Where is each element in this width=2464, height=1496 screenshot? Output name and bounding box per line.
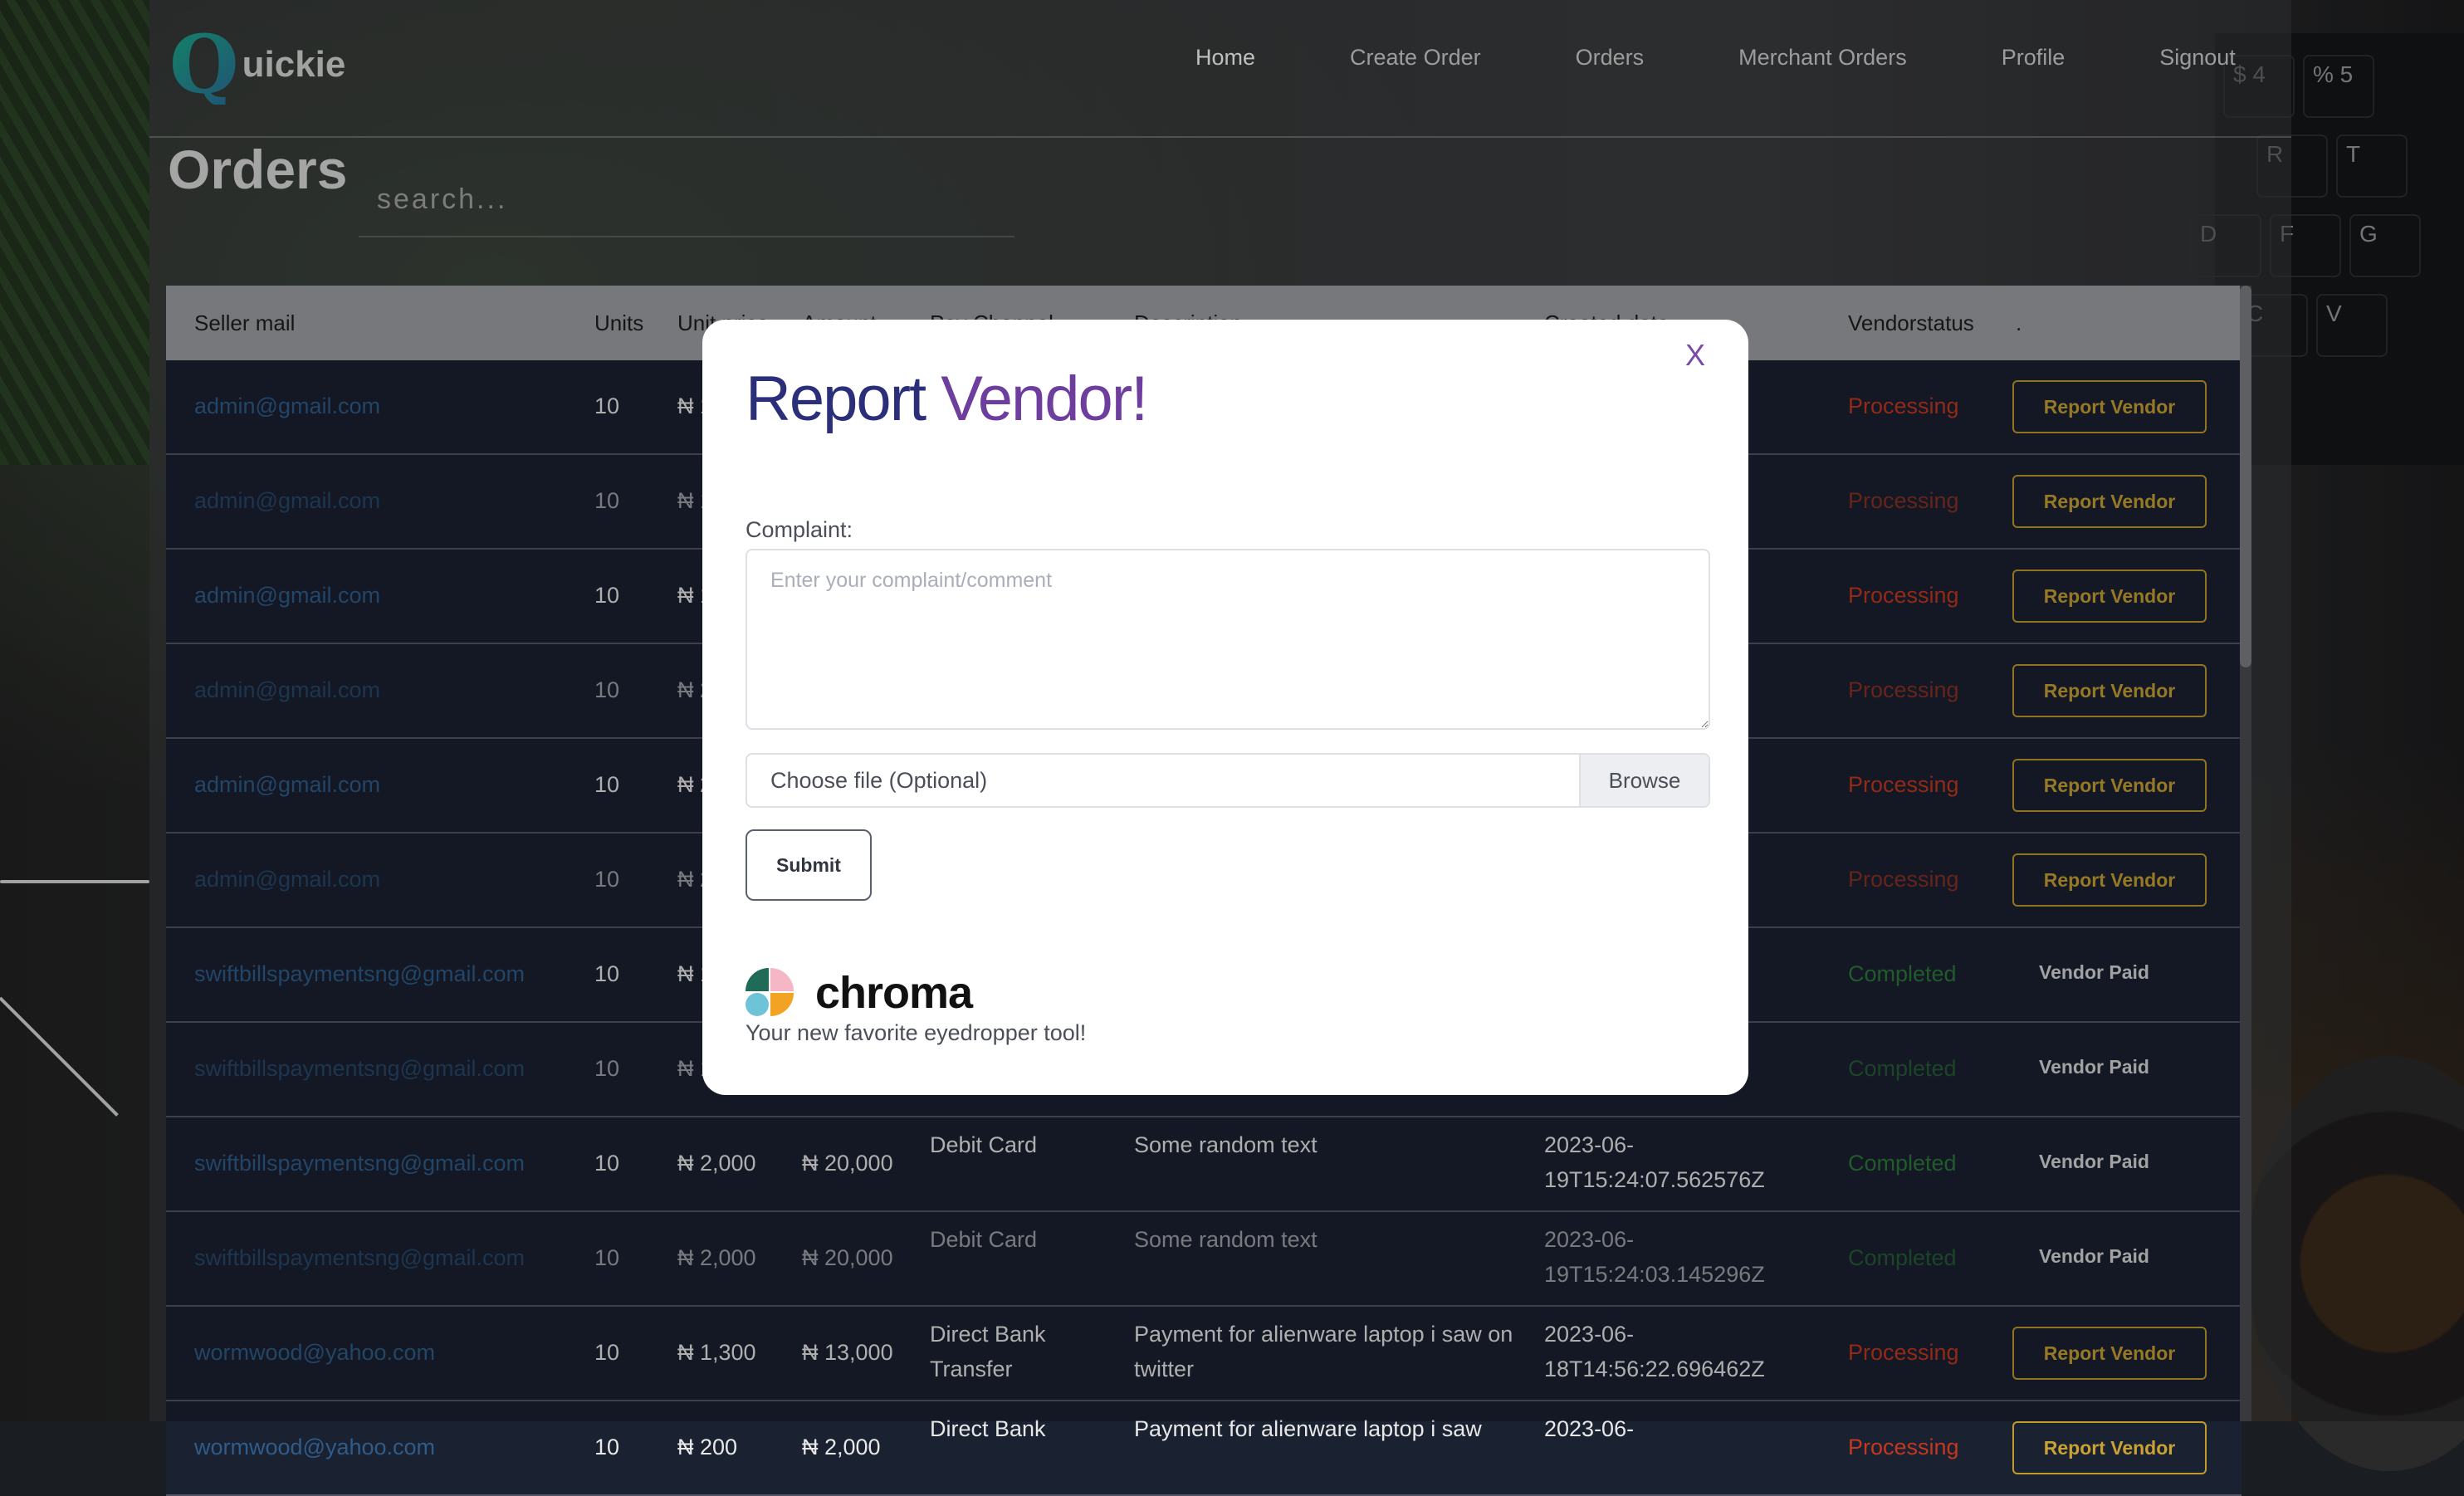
cell-seller: wormwood@yahoo.com [194,1435,436,1459]
close-button[interactable]: X [1685,338,1705,373]
cell-unit-price: ₦ 200 [677,1435,738,1459]
chroma-tagline: Your new favorite eyedropper tool! [746,1020,1087,1045]
modal-title: Report Vendor! [746,363,1148,435]
modal-title-part1: Report [746,364,926,434]
complaint-textarea[interactable] [746,549,1710,730]
cell-status: Processing [1848,1435,1959,1459]
cell-amount: ₦ 2,000 [802,1435,881,1459]
chroma-ad[interactable]: chroma [746,967,973,1019]
report-vendor-button[interactable]: Report Vendor [2012,1421,2207,1474]
file-input[interactable]: Choose file (Optional) Browse [746,753,1710,808]
browse-button[interactable]: Browse [1579,755,1709,806]
file-input-label: Choose file (Optional) [770,768,988,793]
complaint-label: Complaint: [746,517,853,542]
chroma-logo-icon [746,968,795,1018]
chroma-name: chroma [815,968,973,1018]
submit-button[interactable]: Submit [746,829,872,901]
modal-title-part2: Vendor! [941,364,1148,434]
cell-units: 10 [594,1435,620,1459]
report-vendor-modal: Report Vendor! X Complaint: Choose file … [702,320,1748,1095]
